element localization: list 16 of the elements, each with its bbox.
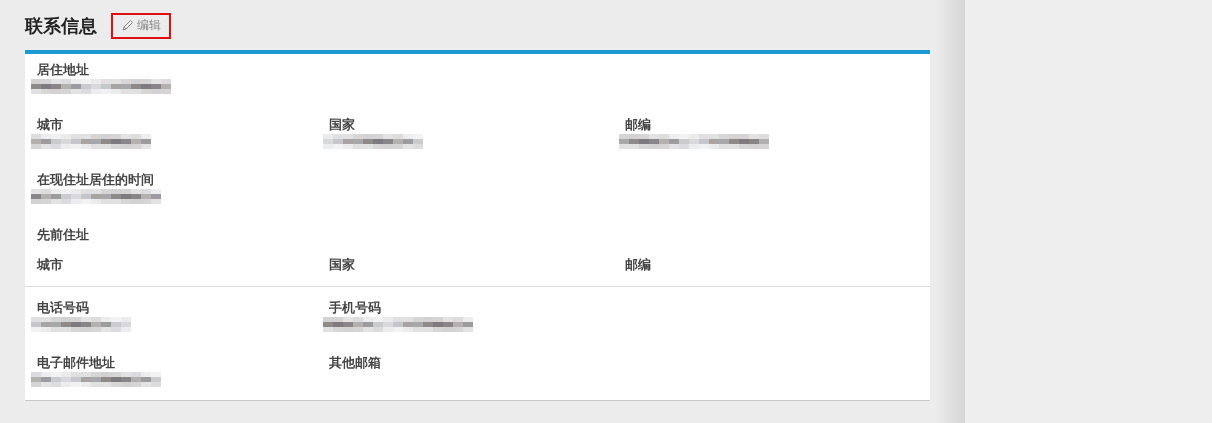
- field-label: 邮编: [625, 116, 651, 133]
- field-label: 城市: [37, 116, 63, 133]
- section-title: 联系信息: [25, 13, 97, 38]
- pencil-icon: [121, 19, 134, 32]
- field-label: 其他邮箱: [329, 354, 381, 371]
- field-label: 邮编: [625, 256, 651, 273]
- field-label: 国家: [329, 116, 355, 133]
- field-label: 国家: [329, 256, 355, 273]
- field-label: 居住地址: [37, 61, 89, 78]
- field-label: 城市: [37, 256, 63, 273]
- field-label: 先前住址: [37, 226, 89, 243]
- field-label: 电子邮件地址: [37, 354, 115, 371]
- edit-button[interactable]: 编辑: [111, 12, 171, 39]
- field-label: 手机号码: [329, 299, 381, 316]
- field-label: 电话号码: [37, 299, 89, 316]
- field-label: 在现住址居住的时间: [37, 171, 154, 188]
